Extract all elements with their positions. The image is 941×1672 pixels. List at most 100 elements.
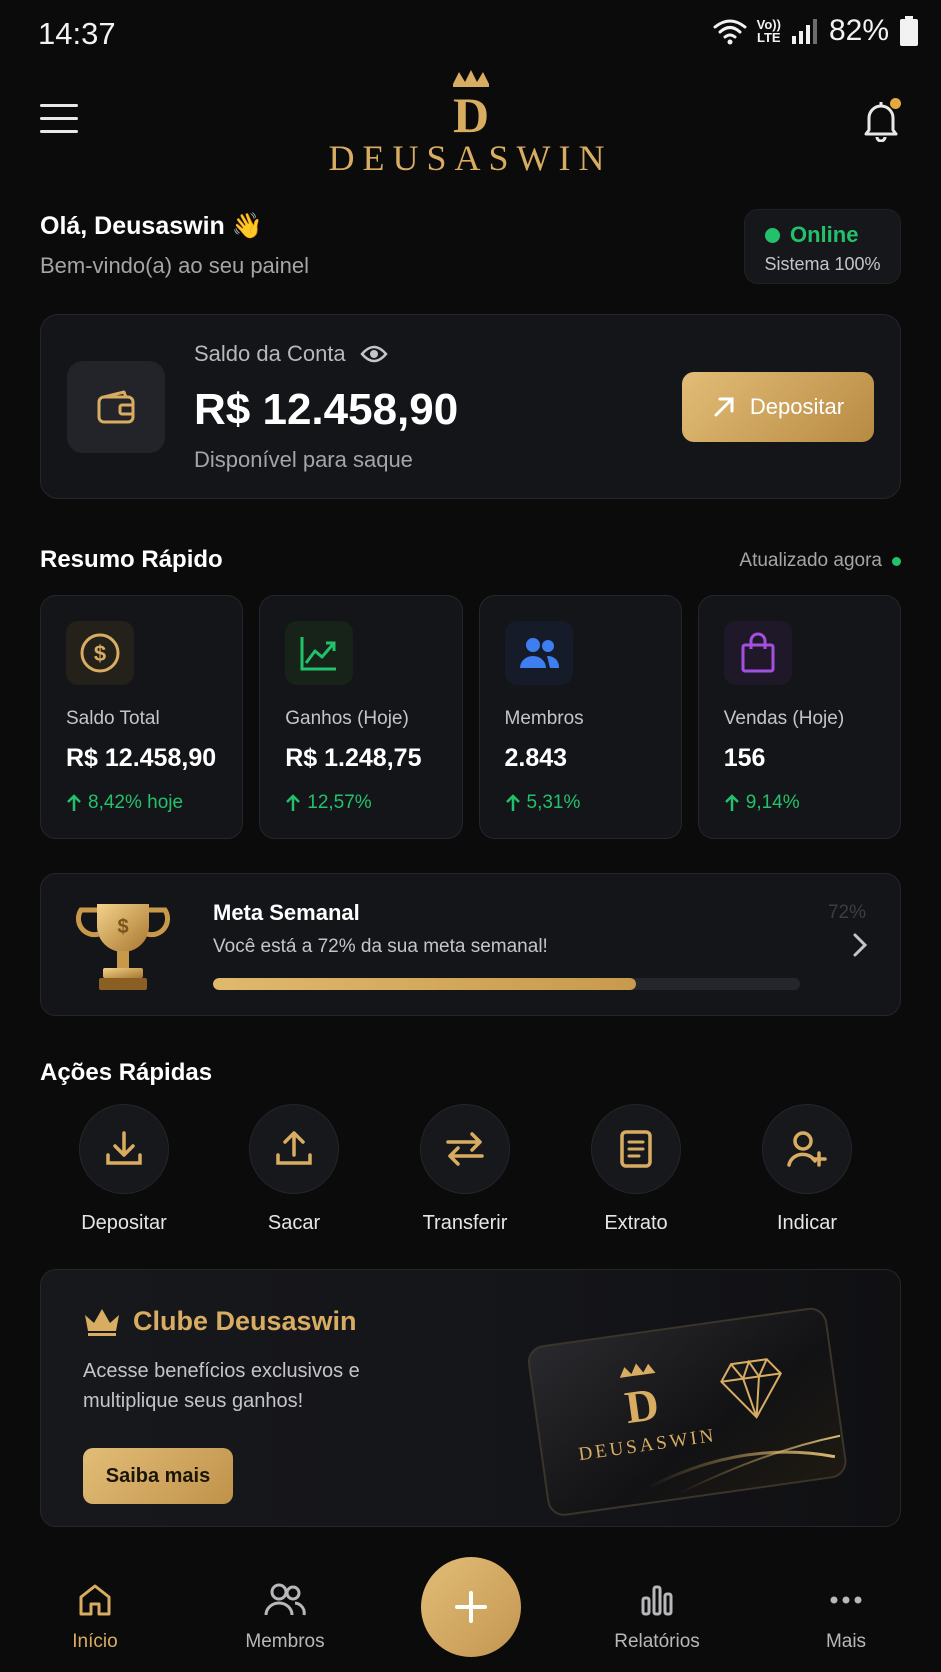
nav-item-membros[interactable]: Membros [215,1582,355,1653]
eye-icon[interactable] [360,344,388,364]
action-sacar[interactable]: Sacar [229,1104,359,1235]
plus-icon [455,1591,487,1623]
nav-label: Mais [825,1631,867,1652]
quick-actions: Depositar Sacar Transferir Extrato Indic… [40,1104,901,1234]
weekly-goal-title: Meta Semanal [213,900,360,925]
stat-change: 8,42% hoje [66,792,183,814]
brand-logo: D DEUSASWIN [0,70,941,179]
arrow-up-icon [67,794,81,811]
more-icon [830,1596,862,1604]
stat-label: Ganhos (Hoje) [285,708,409,729]
weekly-goal-card[interactable]: $ Meta Semanal Você está a 72% da sua me… [40,873,901,1016]
greeting-subtitle: Bem-vindo(a) ao seu painel [40,253,310,278]
brand-monogram: D [452,87,488,136]
status-bar: 14:37 Vo)) LTE 82% [0,0,941,70]
home-icon [79,1584,111,1616]
battery-icon [900,16,918,46]
download-icon [106,1131,142,1165]
stat-icon-box [723,621,792,685]
updated-label: Atualizado agora [739,550,882,571]
club-title: Clube Deusaswin [83,1306,357,1337]
signal-icon [791,19,817,44]
nav-label: Membros [245,1631,325,1652]
trophy-icon: $ [73,896,173,1001]
stat-card-membros[interactable]: Membros 2.843 5,31% [478,595,682,839]
stat-change: 5,31% [505,792,581,814]
balance-title: Saldo da Conta [194,341,388,367]
add-fab-button[interactable] [421,1557,521,1657]
stat-change: 9,14% [724,792,800,814]
action-label: Sacar [267,1212,321,1234]
members-icon [519,638,559,668]
chevron-right-icon [853,933,868,957]
dollar-coin-icon: $ [80,633,120,673]
notification-dot [890,98,901,109]
stat-value: 2.843 [504,744,568,772]
svg-text:$: $ [94,641,106,666]
arrow-up-icon [724,794,739,811]
action-label: Indicar [776,1212,838,1234]
bottom-nav: Início Membros Relatórios Mais [0,1540,941,1672]
nav-item-mais[interactable]: Mais [776,1582,916,1653]
arrow-up-right-icon [714,397,734,417]
club-description: Acesse benefícios exclusivos e multipliq… [83,1360,360,1412]
balance-card: Saldo da Conta R$ 12.458,90 Disponível p… [40,314,901,499]
learn-more-button[interactable]: Saiba mais [83,1448,233,1504]
stat-card-saldo-total[interactable]: $ Saldo Total R$ 12.458,90 8,42% hoje [40,595,244,839]
members-icon [264,1583,306,1616]
statement-icon [620,1130,652,1168]
action-transferir[interactable]: Transferir [400,1104,530,1235]
crown-monogram-icon: D [452,70,489,143]
nav-item-inicio[interactable]: Início [25,1582,165,1653]
action-indicar[interactable]: Indicar [742,1104,872,1235]
stat-value: 156 [723,744,766,772]
stat-label: Membros [504,708,584,729]
nav-item-relatorios[interactable]: Relatórios [587,1582,727,1653]
status-label: Online [790,222,859,247]
arrow-up-icon [286,794,301,811]
svg-text:$: $ [117,916,128,938]
summary-title: Resumo Rápido [40,546,223,573]
online-dot [765,227,780,243]
stat-change-text: 5,31% [526,792,581,813]
weekly-goal-progress-fill [213,978,636,990]
greeting: Olá, Deusaswin 👋 Bem-vindo(a) ao seu pai… [40,212,309,279]
status-detail: Sistema 100% [764,254,881,274]
stat-change-text: 12,57% [307,792,372,813]
svg-text:D: D [622,1378,662,1433]
stat-value: R$ 1.248,75 [285,744,422,772]
updated-dot [892,556,901,566]
weekly-goal-percent: 72% [827,902,866,923]
upload-icon [276,1131,312,1165]
stat-change-text: 8,42% hoje [88,792,184,813]
wallet-icon-box [67,361,165,453]
notifications-button[interactable] [861,98,903,144]
club-banner: Clube Deusaswin Acesse benefícios exclus… [40,1269,901,1527]
add-user-icon [787,1131,827,1167]
stat-change: 12,57% [285,792,372,814]
bar-chart-icon [641,1585,673,1616]
balance-amount: R$ 12.458,90 [194,385,459,434]
action-extrato[interactable]: Extrato [571,1104,701,1235]
balance-title-text: Saldo da Conta [194,341,346,366]
quick-actions-title: Ações Rápidas [40,1059,213,1086]
greeting-title: Olá, Deusaswin 👋 [40,212,263,240]
stat-card-vendas-hoje[interactable]: Vendas (Hoje) 156 9,14% [697,595,901,839]
weekly-goal-chevron[interactable] [852,932,868,963]
summary-updated: Atualizado agora [739,550,901,572]
stat-change-text: 9,14% [745,792,800,813]
battery-percent: 82% [828,14,889,47]
transfer-icon [446,1132,484,1166]
status-time: 14:37 [38,16,116,51]
weekly-goal-progress-bar [213,978,800,990]
action-label: Extrato [604,1212,668,1234]
deposit-button-label: Depositar [749,394,845,419]
arrow-up-icon [505,794,520,811]
shopping-bag-icon [741,632,775,673]
club-title-text: Clube Deusaswin [133,1306,357,1336]
deposit-button[interactable]: Depositar [682,372,874,442]
status-icons: Vo)) LTE 82% [713,14,919,48]
crown-icon [85,1308,119,1336]
stat-card-ganhos-hoje[interactable]: Ganhos (Hoje) R$ 1.248,75 12,57% [259,595,463,839]
action-depositar[interactable]: Depositar [59,1104,189,1235]
